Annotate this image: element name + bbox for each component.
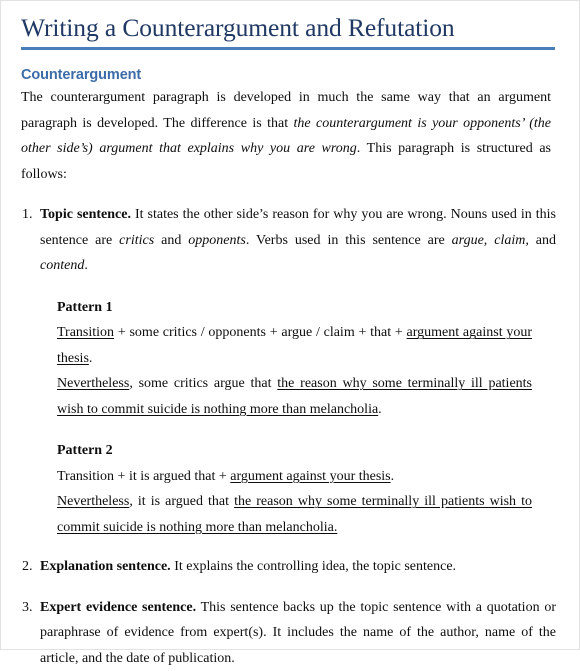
pattern-example: Nevertheless, some critics argue that th… [57, 371, 532, 422]
list-item-marker: 2. [22, 559, 33, 575]
list-item-marker: 1. [22, 207, 33, 223]
pattern-example: Nevertheless, it is argued that the reas… [57, 489, 532, 540]
title-divider [21, 47, 555, 51]
document-body: Writing a Counterargument and Refutation… [1, 1, 579, 671]
list-item-marker: 3. [22, 599, 33, 615]
page-title: Writing a Counterargument and Refutation [21, 13, 455, 42]
list-item-text-e: . [84, 258, 88, 274]
list-item-text-a: It explains the controlling idea, the to… [170, 559, 457, 575]
section-heading-counterargument: Counterargument [21, 67, 142, 84]
pattern-formula: Transition + some critics / opponents + … [57, 320, 532, 371]
pattern-block-1: Pattern 1 Transition + some critics / op… [57, 295, 532, 423]
pattern-formula-underlined-1: Transition [57, 325, 115, 341]
list-item-text-b: and [154, 232, 189, 248]
list-item-italic-b: opponents [188, 232, 246, 248]
structure-list: 1. Topic sentence. It states the other si… [20, 202, 567, 671]
list-item-text-c: . Verbs used in this sentence are [245, 232, 452, 248]
pattern-example-underlined-1: Nevertheless [57, 494, 130, 510]
pattern-formula-plain-2: . [390, 468, 395, 484]
list-item-italic-d: contend [40, 258, 85, 274]
pattern-block-2: Pattern 2 Transition + it is argued that… [57, 438, 532, 540]
list-item-lead: Explanation sentence. [40, 559, 171, 575]
list-item-text-d: and [528, 232, 556, 248]
pattern-example-plain-2: . [378, 401, 382, 417]
document-page: Writing a Counterargument and Refutation… [0, 0, 580, 666]
pattern-formula-plain-2: . [88, 350, 93, 366]
list-item-lead: Expert evidence sentence. [40, 599, 197, 615]
pattern-formula: Transition + it is argued that + argumen… [57, 464, 532, 490]
list-item-lead: Topic sentence. [40, 207, 131, 223]
intro-paragraph: The counterargument paragraph is develop… [21, 85, 551, 187]
pattern-example-plain-1: , some critics argue that [129, 376, 278, 392]
pattern-example-plain-1: , it is argued that [129, 494, 235, 510]
list-item: 2. Explanation sentence. It explains the … [22, 554, 556, 580]
pattern-formula-plain-1: + some critics / opponents + argue / cla… [114, 325, 407, 341]
pattern-title: Pattern 1 [57, 299, 113, 315]
list-item-italic-a: critics [119, 232, 155, 248]
list-item: 1. Topic sentence. It states the other si… [22, 202, 556, 279]
pattern-formula-plain-1: Transition + it is argued that + [57, 468, 231, 484]
list-item-italic-c: argue, claim, [451, 232, 529, 248]
list-item: 3. Expert evidence sentence. This sentenc… [22, 595, 556, 671]
pattern-example-underlined-1: Nevertheless [57, 376, 130, 392]
pattern-title: Pattern 2 [57, 443, 113, 459]
pattern-formula-underlined-2: argument against your thesis [230, 468, 391, 484]
